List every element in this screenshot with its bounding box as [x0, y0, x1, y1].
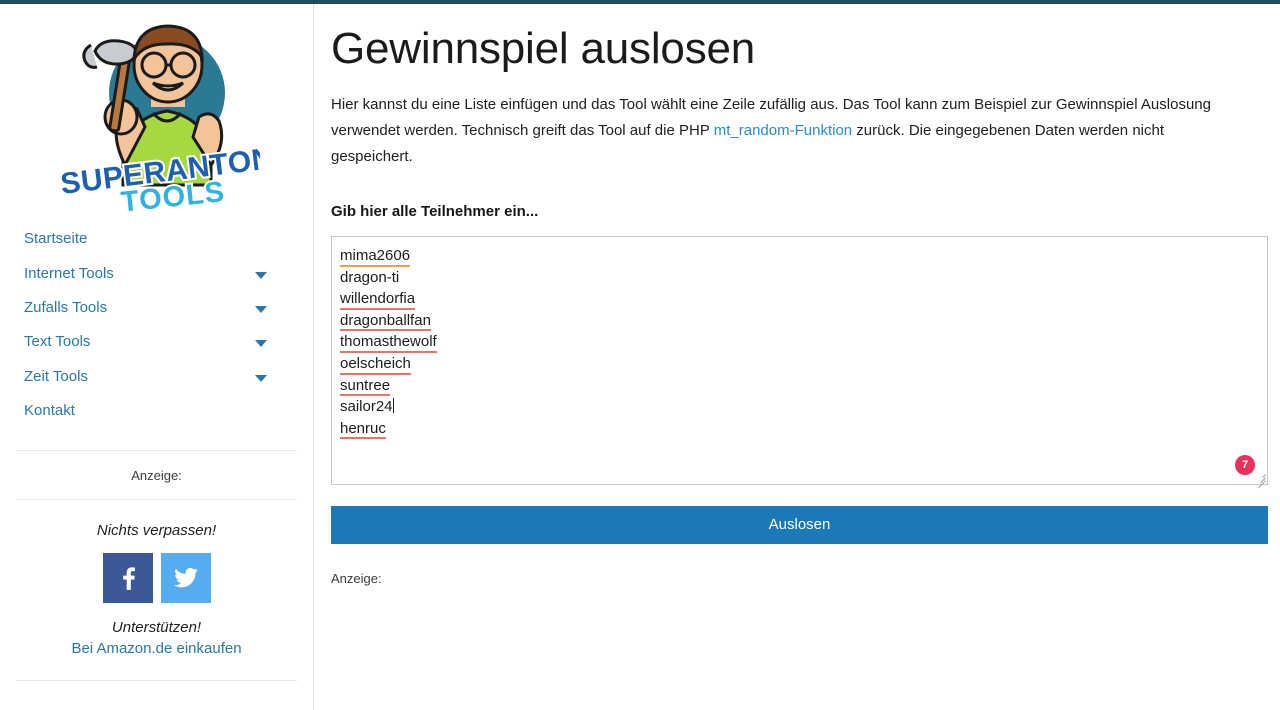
sidebar-item-zeit-tools[interactable]: Zeit Tools — [24, 360, 289, 394]
resize-grip-icon[interactable] — [1254, 471, 1266, 489]
facebook-link[interactable] — [102, 553, 153, 604]
textarea-entry: willendorfia — [340, 288, 416, 310]
textarea-entry: oelscheich — [340, 353, 411, 375]
twitter-link[interactable] — [160, 553, 211, 604]
textarea-entry: dragonballfan — [340, 310, 431, 332]
sidebar-item-internet-tools[interactable]: Internet Tools — [24, 256, 289, 290]
site-logo[interactable]: SUPERANTON TOOLS — [0, 4, 314, 222]
chevron-down-icon[interactable] — [255, 271, 267, 279]
textarea-line: henruc — [340, 418, 1257, 440]
textarea-line: dragonballfan — [340, 310, 1257, 332]
textarea-line: sailor24 — [340, 396, 1257, 418]
textarea-entry: henruc — [340, 418, 386, 440]
sidebar: SUPERANTON TOOLS Startseite Internet Too… — [0, 4, 314, 710]
textarea-line: thomasthewolf — [340, 331, 1257, 353]
participants-field-label: Gib hier alle Teilnehmer ein... — [331, 203, 539, 220]
text-cursor — [392, 398, 394, 414]
superanton-tools-logo-icon: SUPERANTON TOOLS — [56, 24, 260, 215]
textarea-line: oelscheich — [340, 353, 1257, 375]
main-ad-label: Anzeige: — [331, 571, 382, 586]
chevron-down-icon[interactable] — [255, 374, 267, 382]
sidebar-item-label[interactable]: Startseite — [24, 230, 87, 248]
textarea-line: suntree — [340, 375, 1257, 397]
grammar-check-icon[interactable]: 7 — [1235, 455, 1255, 475]
sidebar-item-label[interactable]: Kontakt — [24, 402, 75, 420]
textarea-entry: suntree — [340, 375, 391, 397]
auslosen-button[interactable]: Auslosen — [331, 506, 1268, 544]
main-content: Gewinnspiel auslosen Hier kannst du eine… — [314, 4, 1280, 710]
mt-random-link[interactable]: mt_random-Funktion — [714, 122, 852, 139]
sidebar-item-zufalls-tools[interactable]: Zufalls Tools — [24, 291, 289, 325]
participants-textarea[interactable]: mima2606 dragon-ti willendorfia dragonba… — [331, 236, 1268, 485]
chevron-down-icon[interactable] — [255, 305, 267, 313]
sidebar-promo: Nichts verpassen! Unterstützen! Bei Amaz… — [0, 500, 313, 658]
sidebar-ad-label: Anzeige: — [131, 468, 182, 484]
sidebar-nav: Startseite Internet Tools Zufalls Tools … — [0, 222, 313, 428]
sidebar-item-startseite[interactable]: Startseite — [24, 222, 289, 256]
intro-paragraph: Hier kannst du eine Liste einfügen und d… — [331, 92, 1246, 170]
page-root: SUPERANTON TOOLS Startseite Internet Too… — [0, 4, 1280, 710]
sidebar-item-label[interactable]: Zufalls Tools — [24, 299, 107, 317]
textarea-entry: thomasthewolf — [340, 331, 437, 353]
sidebar-item-label[interactable]: Zeit Tools — [24, 368, 88, 386]
textarea-entry: mima2606 — [340, 245, 411, 267]
textarea-line: mima2606 — [340, 245, 1257, 267]
participants-textarea-wrapper: mima2606 dragon-ti willendorfia dragonba… — [331, 236, 1268, 489]
facebook-icon — [122, 567, 135, 591]
promo-title: Nichts verpassen! — [96, 522, 217, 540]
textarea-line: dragon-ti — [340, 267, 1257, 289]
textarea-line: willendorfia — [340, 288, 1257, 310]
twitter-icon — [173, 568, 198, 588]
sidebar-item-label[interactable]: Internet Tools — [24, 265, 114, 283]
sidebar-item-kontakt[interactable]: Kontakt — [24, 394, 289, 428]
amazon-affiliate-link[interactable]: Bei Amazon.de einkaufen — [71, 640, 241, 657]
sidebar-divider-bottom — [16, 680, 297, 682]
chevron-down-icon[interactable] — [255, 340, 267, 348]
sidebar-item-text-tools[interactable]: Text Tools — [24, 325, 289, 359]
social-links — [0, 553, 313, 604]
sidebar-item-label[interactable]: Text Tools — [24, 333, 90, 351]
support-title: Unterstützen! — [111, 619, 202, 637]
textarea-entry: sailor24 — [340, 398, 393, 416]
textarea-entry: dragon-ti — [340, 268, 400, 286]
page-title: Gewinnspiel auslosen — [331, 24, 756, 73]
